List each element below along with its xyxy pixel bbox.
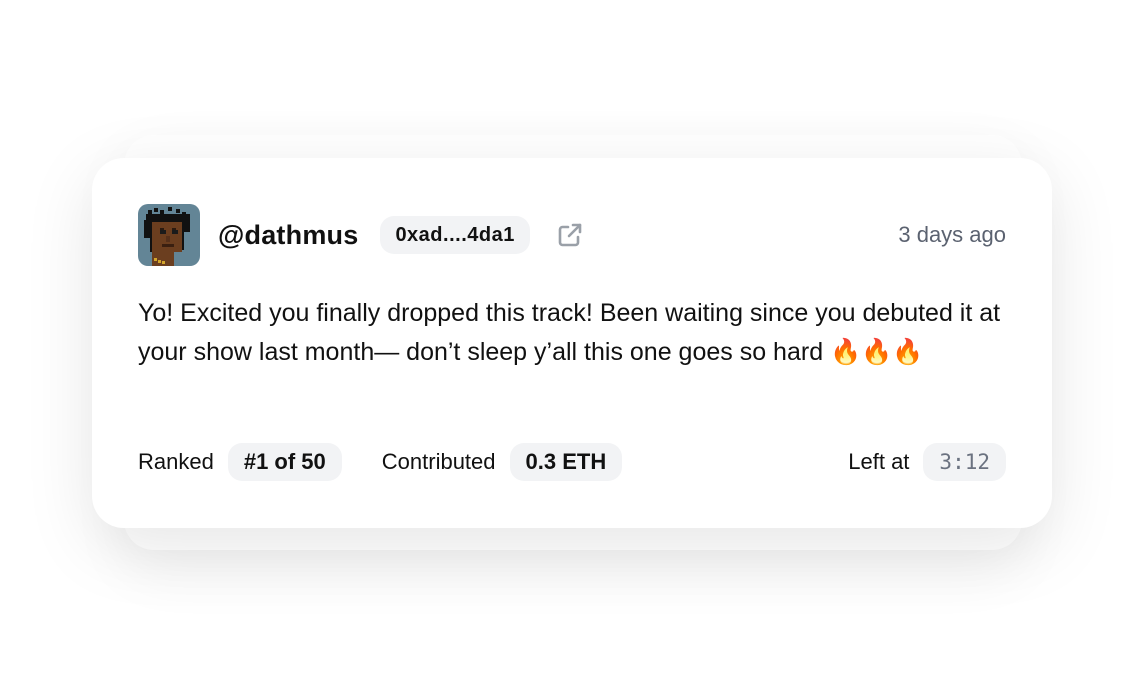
timestamp: 3 days ago [898,222,1006,247]
wallet-address-pill[interactable]: 0xad....4da1 [380,216,530,254]
ranked-label: Ranked [138,449,214,474]
comment-card: @dathmus 0xad....4da1 3 days ago Yo! Exc… [92,158,1052,528]
wallet-address: 0xad....4da1 [395,223,515,246]
comment-header: @dathmus 0xad....4da1 3 days ago [138,204,1006,266]
contributed-label: Contributed [381,449,496,474]
pixel-avatar-icon [138,204,200,266]
external-link-icon[interactable] [556,221,584,249]
rank-value: #1 of 50 [243,449,326,474]
comment-stats: Ranked #1 of 50 Contributed 0.3 ETH Left… [138,442,1006,482]
rank-badge: #1 of 50 [227,443,342,481]
left-at-label: Left at [848,449,910,474]
contribution-value: 0.3 ETH [525,449,607,474]
track-timestamp-pill[interactable]: 3:12 [923,443,1006,481]
comment-text: Yo! Excited you finally dropped this tra… [138,299,1001,366]
username[interactable]: @dathmus [218,220,358,251]
avatar[interactable] [138,204,200,266]
stage: @dathmus 0xad....4da1 3 days ago Yo! Exc… [0,0,1144,679]
contribution-badge: 0.3 ETH [509,443,623,481]
track-timestamp: 3:12 [939,450,990,474]
